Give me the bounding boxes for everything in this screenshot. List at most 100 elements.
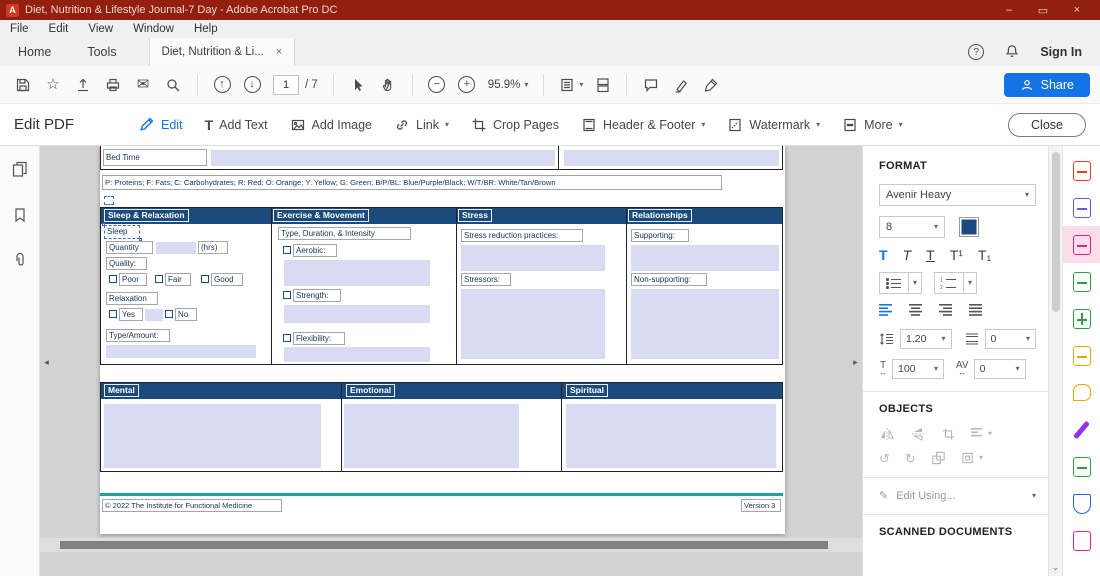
relaxation-label[interactable]: Relaxation [106,292,158,305]
vertical-scrollbar[interactable]: ⌄ [1048,146,1062,576]
type-amount-field[interactable] [106,345,256,358]
previous-page-icon[interactable]: ↑ [209,72,235,98]
zoom-level-select[interactable]: 95.9% ▾ [484,77,533,93]
header-exercise-movement[interactable]: Exercise & Movement [273,209,369,222]
tab-tools[interactable]: Tools [69,38,134,66]
copyright-label[interactable]: © 2022 The Institute for Functional Medi… [102,499,282,512]
flexibility-label[interactable]: Flexibility: [293,332,345,345]
crop-pages-button[interactable]: Crop Pages [471,117,559,133]
vertical-scrollbar-thumb[interactable] [1052,152,1060,312]
superscript-button[interactable]: T¹ [950,248,963,262]
stress-practices-label[interactable]: Stress reduction practices: [461,229,583,242]
tab-document[interactable]: Diet, Nutrition & Li... × [148,38,296,66]
zoom-out-icon[interactable]: − [424,72,450,98]
line-spacing-select[interactable]: 1.20 ▾ [900,329,952,349]
font-size-select[interactable]: 8 ▾ [879,216,945,238]
tab-home[interactable]: Home [0,38,69,66]
selection-handle[interactable] [102,223,105,226]
header-stress[interactable]: Stress [458,209,492,222]
print-icon[interactable] [100,72,126,98]
share-button[interactable]: Share [1003,72,1090,97]
more-tools-tool[interactable] [1063,448,1100,485]
organize-pages-tool[interactable] [1063,300,1100,337]
close-document-icon[interactable]: × [276,46,282,58]
good-checkbox[interactable] [201,275,209,283]
combine-files-tool[interactable] [1063,189,1100,226]
menu-file[interactable]: File [10,23,29,35]
font-family-select[interactable]: Avenir Heavy ▾ [879,184,1036,206]
sleep-text-selected[interactable]: Sleep [104,225,140,239]
align-objects-select[interactable]: ▾ [971,428,992,440]
underline-button[interactable]: T [926,248,935,262]
header-footer-button[interactable]: Header & Footer ▾ [581,117,705,133]
poor-checkbox[interactable] [109,275,117,283]
page-number-input[interactable]: 1 [273,74,299,95]
exercise-subtitle-label[interactable]: Type, Duration, & Intensity [278,227,411,240]
scroll-down-chevron-icon[interactable]: ⌄ [1049,562,1062,573]
header-mental[interactable]: Mental [104,384,139,397]
rotate-ccw-button[interactable]: ↺ [879,452,890,465]
quantity-field[interactable] [156,242,196,254]
edit-using-select[interactable]: ✎ Edit Using... ▾ [879,489,1036,503]
fair-checkbox[interactable] [155,275,163,283]
notifications-bell-icon[interactable] [1004,43,1020,62]
relaxation-yes-checkbox[interactable] [109,310,117,318]
horizontal-scrollbar-thumb[interactable] [60,541,828,549]
strength-label[interactable]: Strength: [293,289,341,302]
non-supporting-label[interactable]: Non-supporting: [631,273,707,286]
menu-window[interactable]: Window [133,23,174,35]
header-emotional[interactable]: Emotional [346,384,396,397]
italic-button[interactable]: T [903,248,912,262]
close-window-button[interactable]: × [1060,4,1094,17]
watermark-button[interactable]: Watermark ▾ [727,117,820,133]
flexibility-checkbox[interactable] [283,334,291,342]
version-label[interactable]: Version 3 [741,499,781,512]
menu-help[interactable]: Help [194,23,218,35]
search-icon[interactable] [160,72,186,98]
next-page-icon[interactable]: ↓ [239,72,265,98]
flip-vertical-button[interactable] [910,427,926,441]
color-legend-label[interactable]: P: Proteins; F: Fats; C: Carbohydrates; … [102,175,722,190]
share-file-icon[interactable] [70,72,96,98]
rotate-cw-button[interactable]: ↻ [905,452,916,465]
paragraph-spacing-select[interactable]: 0 ▾ [984,329,1036,349]
poor-label[interactable]: Poor [119,273,147,286]
header-spiritual[interactable]: Spiritual [566,384,609,397]
crop-object-button[interactable] [941,427,956,441]
no-label[interactable]: No [175,308,197,321]
link-button[interactable]: Link ▾ [394,117,449,133]
bold-button[interactable]: T [879,248,888,262]
send-for-signature-tool[interactable] [1063,522,1100,559]
non-supporting-field[interactable] [631,289,779,359]
fill-sign-pen-icon[interactable] [698,72,724,98]
favorites-star-icon[interactable]: ☆ [40,72,66,98]
subscript-button[interactable]: T₁ [978,248,991,262]
add-image-button[interactable]: Add Image [290,117,372,133]
numbered-list-select[interactable]: 12 ▾ [934,272,978,294]
fair-label[interactable]: Fair [165,273,191,286]
supporting-label[interactable]: Supporting: [631,229,689,242]
edit-tool-button[interactable]: Edit [138,116,183,133]
align-left-button[interactable] [879,304,893,319]
scan-ocr-tool[interactable] [1063,337,1100,374]
arrange-select[interactable]: ▾ [961,451,983,465]
stress-practices-field[interactable] [461,245,605,271]
minimize-button[interactable]: – [992,4,1026,17]
help-icon[interactable]: ? [968,44,985,60]
bedtime-field[interactable] [211,150,555,166]
good-label[interactable]: Good [211,273,243,286]
emotional-field[interactable] [344,404,519,468]
yes-label[interactable]: Yes [119,308,143,321]
relaxation-no-checkbox[interactable] [165,310,173,318]
highlight-icon[interactable] [668,72,694,98]
supporting-field[interactable] [631,245,779,271]
hrs-label[interactable]: (hrs) [198,241,228,254]
quality-label[interactable]: Quality: [106,257,147,270]
stressors-label[interactable]: Stressors: [461,273,511,286]
type-amount-label[interactable]: Type/Amount: [106,329,170,342]
stressors-field[interactable] [461,289,605,359]
header-relationships[interactable]: Relationships [628,209,692,222]
edit-pdf-tool[interactable] [1063,226,1100,263]
page-display-select[interactable] [591,75,615,95]
flexibility-field[interactable] [284,347,430,362]
